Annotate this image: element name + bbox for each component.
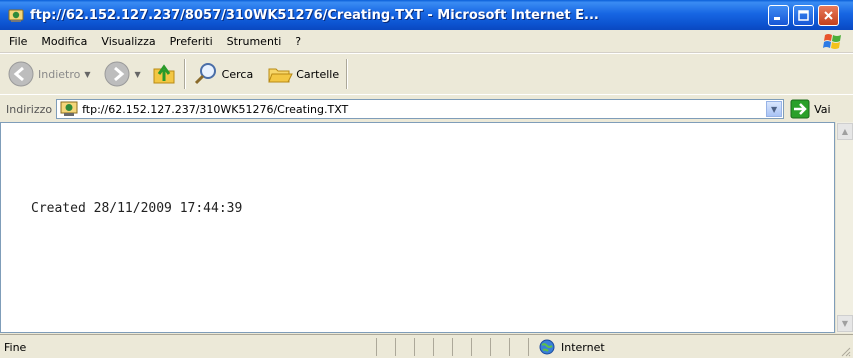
search-button[interactable]: Cerca: [190, 56, 257, 92]
address-input[interactable]: ftp://62.152.127.237/310WK51276/Creating…: [56, 99, 785, 119]
menu-visualizza[interactable]: Visualizza: [94, 35, 162, 48]
windows-logo-icon: [823, 34, 841, 49]
resize-grip-icon[interactable]: [839, 345, 851, 357]
go-button[interactable]: Vai: [790, 99, 831, 119]
status-text: Fine: [4, 340, 27, 354]
security-zone-label: Internet: [561, 340, 605, 354]
status-pane: [452, 338, 471, 356]
back-button[interactable]: Indietro ▼: [4, 56, 94, 92]
scroll-down-icon[interactable]: ▼: [837, 315, 853, 332]
toolbar-separator: [183, 59, 186, 89]
address-url: ftp://62.152.127.237/310WK51276/Creating…: [82, 102, 349, 116]
scroll-up-icon[interactable]: ▲: [837, 123, 853, 140]
menu-bar: File Modifica Visualizza Preferiti Strum…: [0, 30, 853, 53]
status-pane: [471, 338, 490, 356]
close-icon: [824, 11, 833, 20]
up-folder-icon: [153, 64, 175, 84]
ie-ftp-icon: [8, 9, 24, 22]
menu-strumenti[interactable]: Strumenti: [220, 35, 289, 48]
minimize-button[interactable]: [768, 5, 789, 26]
folders-button[interactable]: Cartelle: [264, 56, 342, 92]
up-folder-button[interactable]: [148, 56, 180, 92]
menu-help[interactable]: ?: [288, 35, 308, 48]
maximize-icon: [798, 10, 809, 21]
vertical-scrollbar[interactable]: ▲ ▼: [835, 122, 853, 333]
address-label: Indirizzo: [6, 102, 53, 116]
security-zone[interactable]: Internet: [528, 338, 759, 356]
menu-file[interactable]: File: [0, 35, 34, 48]
status-pane: [376, 338, 395, 356]
browser-window: ftp://62.152.127.237/8057/310WK51276/Cre…: [0, 0, 853, 358]
address-bar: Indirizzo ftp://62.152.127.237/310WK5127…: [0, 94, 853, 123]
status-pane: [490, 338, 509, 356]
close-button[interactable]: [818, 5, 839, 26]
go-arrow-icon: [790, 99, 810, 119]
ftp-page-icon: [60, 101, 78, 116]
status-pane: [509, 338, 528, 356]
menu-modifica[interactable]: Modifica: [34, 35, 94, 48]
search-icon: [194, 63, 216, 85]
address-dropdown-icon[interactable]: ▼: [766, 101, 783, 117]
status-pane: [395, 338, 414, 356]
internet-globe-icon: [539, 339, 555, 355]
menu-preferiti[interactable]: Preferiti: [163, 35, 220, 48]
go-label: Vai: [814, 102, 831, 116]
window-title: ftp://62.152.127.237/8057/310WK51276/Cre…: [30, 7, 599, 23]
forward-arrow-icon: [104, 61, 130, 87]
folders-icon: [268, 68, 294, 83]
file-text: Created 28/11/2009 17:44:39: [31, 201, 243, 216]
status-pane: [414, 338, 433, 356]
forward-button[interactable]: ▼: [100, 56, 144, 92]
back-label: Indietro: [38, 67, 81, 81]
folders-label: Cartelle: [296, 67, 340, 81]
status-bar: Fine Internet: [0, 334, 853, 358]
back-arrow-icon: [8, 61, 34, 87]
status-pane: [433, 338, 452, 356]
back-dropdown-icon[interactable]: ▼: [84, 70, 90, 79]
page-content: Created 28/11/2009 17:44:39: [0, 122, 835, 333]
toolbar: Indietro ▼ ▼ Cerca Cartelle: [0, 53, 853, 95]
toolbar-separator: [346, 59, 349, 89]
maximize-button[interactable]: [793, 5, 814, 26]
search-label: Cerca: [221, 67, 254, 81]
forward-dropdown-icon[interactable]: ▼: [135, 70, 141, 79]
minimize-icon: [774, 17, 780, 20]
title-bar[interactable]: ftp://62.152.127.237/8057/310WK51276/Cre…: [0, 0, 853, 30]
